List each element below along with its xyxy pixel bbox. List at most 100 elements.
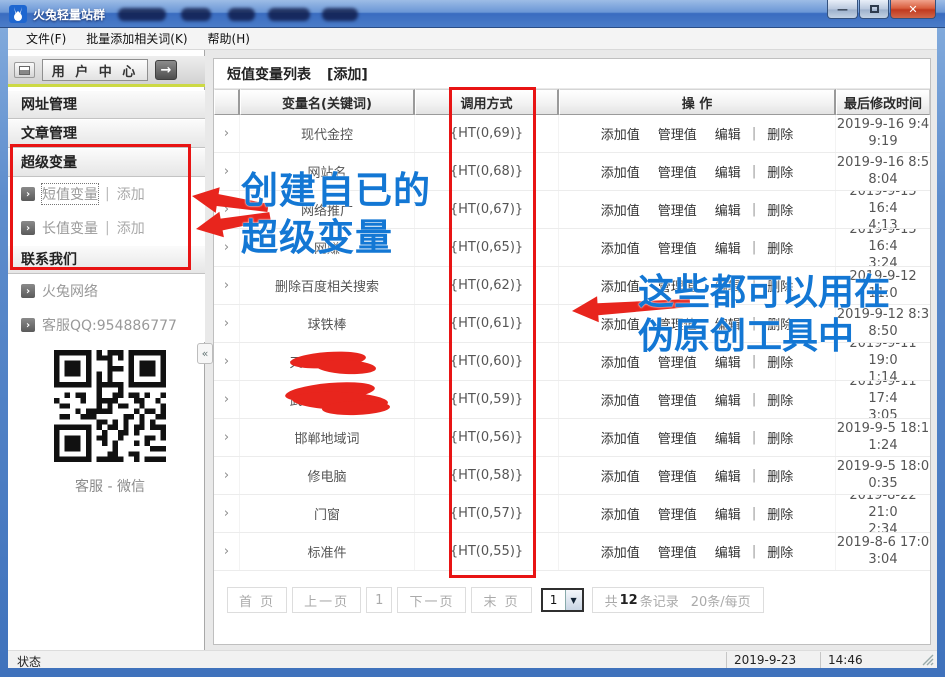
last-page-button[interactable]: 末 页 [471,587,531,613]
delete-link[interactable]: 删除 [767,124,793,143]
separator: | [752,202,756,217]
first-page-button[interactable]: 首 页 [227,587,287,613]
edit-link[interactable]: 编辑 [715,390,741,409]
delete-link[interactable]: 删除 [767,238,793,257]
menu-item-1[interactable]: 文件(F) [18,28,74,49]
page-select[interactable]: 1 ▼ [541,588,584,612]
delete-link[interactable]: 删除 [767,314,793,333]
row-expand-icon[interactable]: › [224,430,229,445]
prev-page-button[interactable]: 上一页 [292,587,361,613]
sidebar-item-客服QQ:954886777[interactable]: ›客服QQ:954886777 [8,308,205,342]
sidebar-item-火兔网络[interactable]: ›火兔网络 [8,274,205,308]
variable-name-cell: 网络推广 [240,191,415,228]
delete-link[interactable]: 删除 [767,504,793,523]
manage-value-link[interactable]: 管理值 [658,276,697,295]
manage-value-link[interactable]: 管理值 [658,200,697,219]
delete-link[interactable]: 删除 [767,276,793,295]
add-link[interactable]: 添加 [117,184,145,204]
expand-cell: › [214,305,240,342]
sidebar-collapse-button[interactable]: « [197,343,213,364]
edit-link[interactable]: 编辑 [715,200,741,219]
resize-grip-icon[interactable] [922,654,935,667]
minimize-button[interactable]: — [827,0,858,19]
row-expand-icon[interactable]: › [224,316,229,331]
manage-value-link[interactable]: 管理值 [658,390,697,409]
table-row: ›球铁棒{HT(0,61)}添加值管理值编辑|删除2019-9-12 8:38:… [214,305,930,343]
row-expand-icon[interactable]: › [224,354,229,369]
maximize-icon [870,5,879,13]
manage-value-link[interactable]: 管理值 [658,542,697,561]
close-button[interactable]: ✕ [890,0,936,19]
main-area: 短值变量列表 [添加] 变量名(关键词)调用方式操 作最后修改时间 ›现代金控{… [205,50,937,650]
manage-value-link[interactable]: 管理值 [658,124,697,143]
row-expand-icon[interactable]: › [224,126,229,141]
add-value-link[interactable]: 添加值 [601,542,640,561]
actions-cell: 添加值管理值编辑|删除 [559,495,836,532]
row-expand-icon[interactable]: › [224,202,229,217]
edit-link[interactable]: 编辑 [715,276,741,295]
manage-value-link[interactable]: 管理值 [658,352,697,371]
menu-item-2[interactable]: 批量添加相关词(K) [78,28,195,49]
add-value-link[interactable]: 添加值 [601,314,640,333]
manage-value-link[interactable]: 管理值 [658,466,697,485]
edit-link[interactable]: 编辑 [715,352,741,371]
delete-link[interactable]: 删除 [767,428,793,447]
sidebar-item-长值变量[interactable]: ›长值变量|添加 [8,211,205,245]
edit-link[interactable]: 编辑 [715,466,741,485]
modified-time-cell: 2019-8-6 17:03:04 [836,533,930,570]
add-variable-link[interactable]: [添加] [327,64,368,84]
menu-item-3[interactable]: 帮助(H) [200,28,258,49]
add-value-link[interactable]: 添加值 [601,162,640,181]
delete-link[interactable]: 删除 [767,352,793,371]
sidebar-section-文章管理[interactable]: 文章管理 [8,119,205,148]
add-value-link[interactable]: 添加值 [601,124,640,143]
edit-link[interactable]: 编辑 [715,162,741,181]
manage-value-link[interactable]: 管理值 [658,238,697,257]
edit-link[interactable]: 编辑 [715,504,741,523]
next-page-button[interactable]: 下一页 [397,587,466,613]
row-expand-icon[interactable]: › [224,240,229,255]
maximize-button[interactable] [859,0,889,19]
manage-value-link[interactable]: 管理值 [658,504,697,523]
delete-link[interactable]: 删除 [767,200,793,219]
page-number-button[interactable]: 1 [366,587,392,613]
manage-value-link[interactable]: 管理值 [658,314,697,333]
add-value-link[interactable]: 添加值 [601,428,640,447]
row-expand-icon[interactable]: › [224,544,229,559]
row-expand-icon[interactable]: › [224,278,229,293]
call-code-cell: {HT(0,57)} [415,495,559,532]
row-expand-icon[interactable]: › [224,392,229,407]
add-link[interactable]: 添加 [117,218,145,238]
add-value-link[interactable]: 添加值 [601,276,640,295]
delete-link[interactable]: 删除 [767,466,793,485]
manage-value-link[interactable]: 管理值 [658,162,697,181]
edit-link[interactable]: 编辑 [715,238,741,257]
add-value-link[interactable]: 添加值 [601,352,640,371]
row-expand-icon[interactable]: › [224,164,229,179]
add-value-link[interactable]: 添加值 [601,504,640,523]
manage-value-link[interactable]: 管理值 [658,428,697,447]
edit-link[interactable]: 编辑 [715,542,741,561]
go-arrow-button[interactable]: → [155,60,177,80]
add-value-link[interactable]: 添加值 [601,390,640,409]
variable-name-cell: 现代金控 [240,115,415,152]
user-center-button[interactable]: 用 户 中 心 [42,59,148,81]
wechat-qr-code [54,350,166,462]
row-expand-icon[interactable]: › [224,468,229,483]
delete-link[interactable]: 删除 [767,390,793,409]
add-value-link[interactable]: 添加值 [601,200,640,219]
delete-link[interactable]: 删除 [767,542,793,561]
edit-link[interactable]: 编辑 [715,428,741,447]
edit-link[interactable]: 编辑 [715,124,741,143]
sidebar-section-网址管理[interactable]: 网址管理 [8,90,205,119]
sidebar-section-超级变量[interactable]: 超级变量 [8,148,205,177]
panel-minimize-button[interactable] [14,62,35,78]
add-value-link[interactable]: 添加值 [601,466,640,485]
edit-link[interactable]: 编辑 [715,314,741,333]
sidebar-item-短值变量[interactable]: ›短值变量|添加 [8,177,205,211]
add-value-link[interactable]: 添加值 [601,238,640,257]
row-expand-icon[interactable]: › [224,506,229,521]
delete-link[interactable]: 删除 [767,162,793,181]
expand-cell: › [214,419,240,456]
sidebar-section-联系我们[interactable]: 联系我们 [8,245,205,274]
